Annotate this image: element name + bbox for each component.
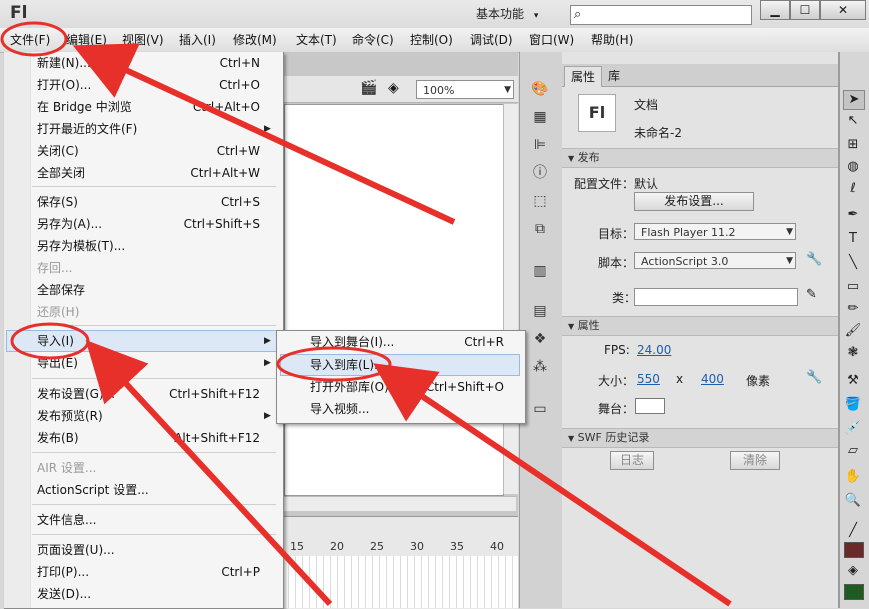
- file-menu-circle: [0, 21, 68, 57]
- import-circle: [10, 322, 90, 360]
- annotation-overlay: [0, 21, 732, 607]
- arrow-to-import-library: [373, 363, 732, 607]
- arrow-to-import: [85, 339, 333, 607]
- arrow-to-file-menu: [72, 43, 456, 225]
- import-to-library-circle: [276, 346, 392, 382]
